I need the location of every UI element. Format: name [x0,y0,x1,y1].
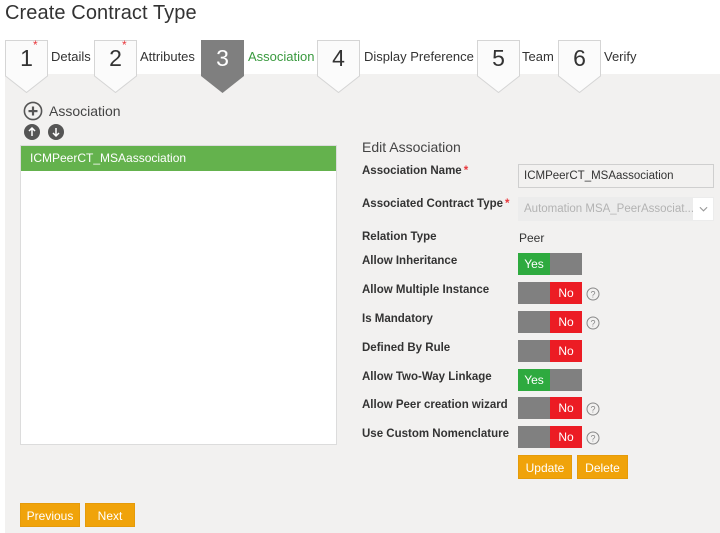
toggle-yes: Yes [518,253,550,275]
use-custom-nomenclature-label: Use Custom Nomenclature [362,428,509,440]
step-4-badge[interactable]: 4 [317,40,360,93]
required-marker: * [505,198,510,210]
svg-text:?: ? [590,290,595,300]
allow-multiple-instance-label: Allow Multiple Instance [362,284,490,296]
association-name-label-text: Association Name [362,165,462,177]
step-3-badge[interactable]: 3 [201,40,244,93]
allow-two-way-linkage-toggle[interactable]: Yes [518,369,582,391]
relation-type-value: Peer [519,231,545,245]
toggle-no: No [550,282,582,304]
associated-contract-type-select[interactable]: Automation MSA_PeerAssociat... [518,197,714,221]
step-5-label[interactable]: Team [522,49,554,64]
allow-multiple-instance-toggle[interactable]: No [518,282,582,304]
step-2-number: 2 [109,45,122,71]
step-1-required-marker: * [33,38,38,52]
step-6-label[interactable]: Verify [604,49,637,64]
arrow-down-icon[interactable] [48,124,64,140]
step-6-number: 6 [573,45,586,71]
arrow-up-icon[interactable] [24,124,40,140]
toggle-no: No [550,340,582,362]
plus-circle-icon[interactable] [23,101,43,121]
help-icon[interactable]: ? [586,316,600,330]
step-2-badge[interactable]: 2 * [94,38,137,93]
chevron-down-icon[interactable] [693,198,713,220]
allow-two-way-linkage-label: Allow Two-Way Linkage [362,371,492,383]
use-custom-nomenclature-toggle[interactable]: No [518,426,582,448]
step-3-label[interactable]: Association [248,49,314,64]
page-title: Create Contract Type [5,2,197,24]
toggle-no: No [550,426,582,448]
step-5-number: 5 [492,45,505,71]
associated-contract-type-label-text: Associated Contract Type [362,198,504,210]
association-list: ICMPeerCT_MSAassociation [20,145,337,445]
delete-button[interactable]: Delete [577,455,628,479]
edit-association-title: Edit Association [362,139,461,155]
toggle-no: No [550,397,582,419]
toggle-no: No [550,311,582,333]
toggle-yes: Yes [518,369,550,391]
help-icon[interactable]: ? [586,287,600,301]
toggle-off-segment [518,340,550,362]
is-mandatory-label: Is Mandatory [362,313,433,325]
svg-text:?: ? [590,405,595,415]
is-mandatory-toggle[interactable]: No [518,311,582,333]
allow-peer-creation-wizard-toggle[interactable]: No [518,397,582,419]
toggle-off-segment [550,369,582,391]
toggle-off-segment [518,397,550,419]
toggle-off-segment [518,311,550,333]
association-name-label: Association Name * [362,165,468,177]
allow-inheritance-label: Allow Inheritance [362,255,458,267]
step-4-number: 4 [332,45,345,71]
step-1-label[interactable]: Details [51,49,91,64]
step-5-badge[interactable]: 5 [477,40,520,93]
step-1-number: 1 [20,45,33,71]
help-icon[interactable]: ? [586,431,600,445]
associated-contract-type-value: Automation MSA_PeerAssociat... [524,203,695,215]
update-button[interactable]: Update [518,455,572,479]
step-6-badge[interactable]: 6 [558,40,601,93]
relation-type-label: Relation Type [362,231,437,243]
wizard-steps: 1 * Details 2 * Attributes 3 Association… [0,38,720,95]
required-marker: * [463,165,469,177]
previous-button[interactable]: Previous [20,503,80,527]
help-icon[interactable]: ? [586,402,600,416]
toggle-off-segment [550,253,582,275]
step-2-label[interactable]: Attributes [140,49,195,64]
step-3-number: 3 [216,45,229,71]
toggle-off-segment [518,426,550,448]
svg-text:?: ? [590,319,595,329]
allow-inheritance-toggle[interactable]: Yes [518,253,582,275]
step-4-label[interactable]: Display Preference [364,49,474,64]
defined-by-rule-label: Defined By Rule [362,342,451,354]
next-button[interactable]: Next [85,503,135,527]
defined-by-rule-toggle[interactable]: No [518,340,582,362]
toggle-off-segment [518,282,550,304]
add-association-button[interactable]: Association [23,101,121,121]
step-1-badge[interactable]: 1 * [5,38,48,93]
associated-contract-type-label: Associated Contract Type * [362,198,510,210]
association-list-item[interactable]: ICMPeerCT_MSAassociation [21,146,336,171]
add-association-label: Association [49,103,121,119]
allow-peer-creation-wizard-label: Allow Peer creation wizard [362,399,508,411]
reorder-controls [24,124,64,140]
svg-text:?: ? [590,434,595,444]
step-2-required-marker: * [122,38,127,52]
association-name-input[interactable]: ICMPeerCT_MSAassociation [518,164,714,188]
